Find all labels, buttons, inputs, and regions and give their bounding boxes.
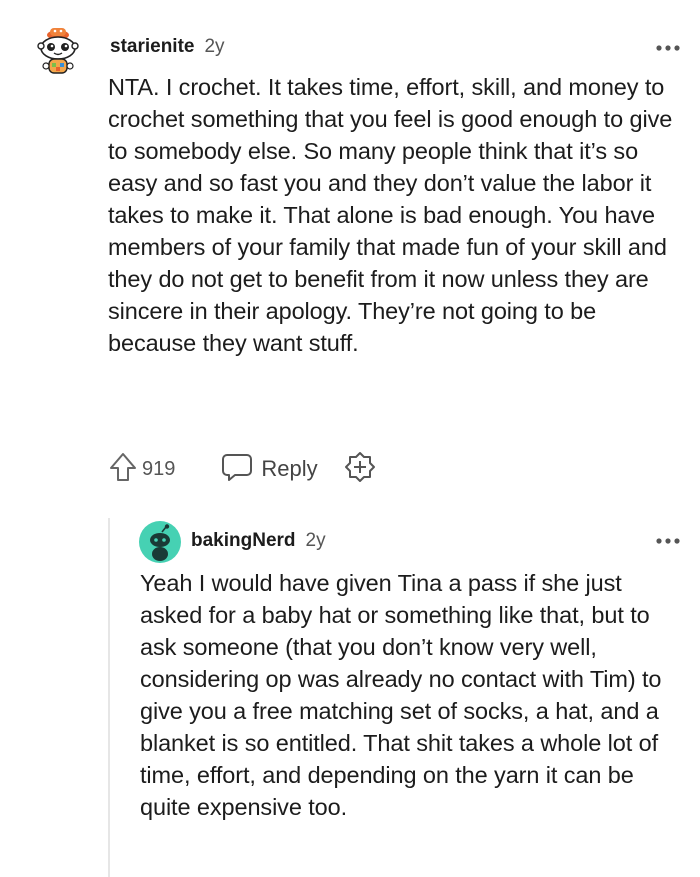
comment-body: NTA. I crochet. It takes time, effort, s… <box>108 74 673 356</box>
upvote-arrow-icon <box>108 451 138 488</box>
username[interactable]: starienite <box>110 36 194 58</box>
more-options-icon[interactable] <box>654 40 682 51</box>
comment-age: 2y <box>204 36 225 57</box>
comment-header: starienite 2y <box>110 36 225 58</box>
award-plus-icon <box>344 451 376 488</box>
award-button[interactable] <box>344 451 376 488</box>
snoo-avatar-icon[interactable] <box>36 26 80 78</box>
speech-bubble-icon <box>221 452 253 487</box>
comment-header: bakingNerd 2y <box>191 530 326 552</box>
thread-line[interactable] <box>108 518 110 877</box>
reply-label: Reply <box>261 456 318 481</box>
reply-button[interactable]: Reply <box>221 452 318 487</box>
comment-body: Yeah I would have given Tina a pass if s… <box>140 570 662 820</box>
comment-age: 2y <box>305 530 326 551</box>
comment-actions: 919 Reply <box>108 451 376 488</box>
vote-count: 919 <box>142 457 176 480</box>
upvote-button[interactable]: 919 <box>108 451 175 488</box>
username[interactable]: bakingNerd <box>191 530 296 552</box>
more-options-icon[interactable] <box>654 533 682 544</box>
default-snoo-icon[interactable] <box>138 520 182 564</box>
